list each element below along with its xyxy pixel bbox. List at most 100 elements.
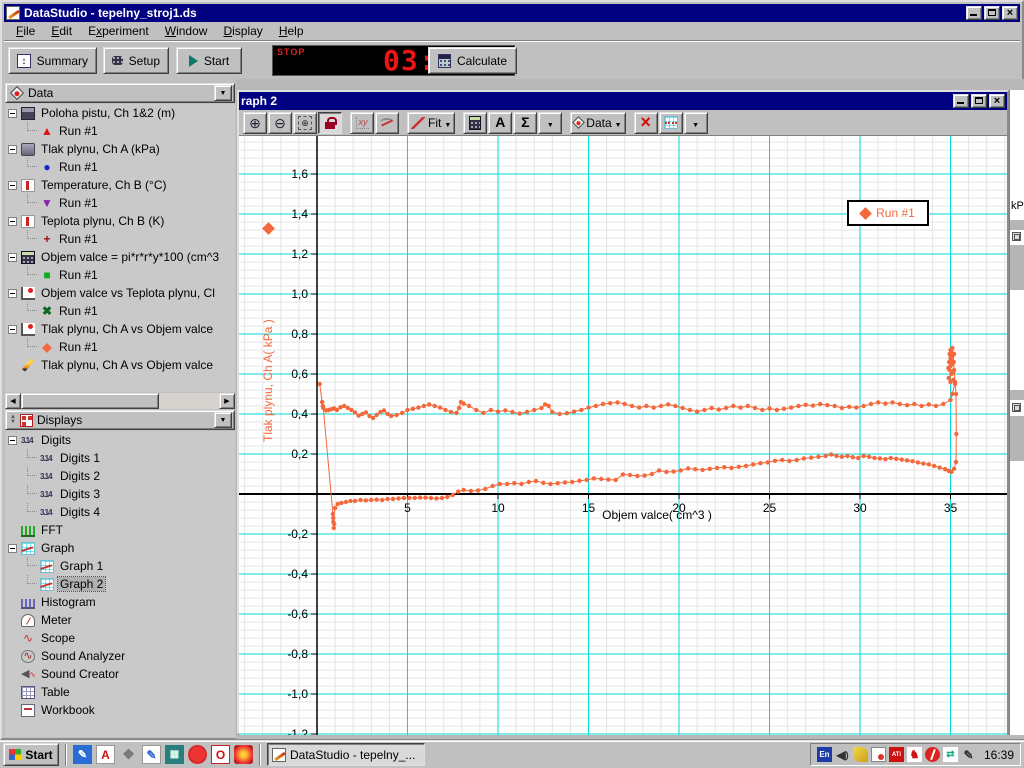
graph-settings-dropdown-button[interactable]: [684, 112, 708, 134]
tree-expander-icon[interactable]: [8, 253, 17, 262]
quick-launch-bird-icon[interactable]: ❖: [119, 745, 138, 764]
quick-launch-paint-icon[interactable]: ✎: [142, 745, 161, 764]
tree-item-scope-11[interactable]: Scope: [5, 629, 235, 647]
tree-item-objem-valce-pi-r-r-y-100-cm-3-8[interactable]: Objem valce = pi*r*r*y*100 (cm^3: [5, 248, 235, 266]
tray-ati-icon[interactable]: ATi: [889, 747, 904, 762]
menu-display[interactable]: Display: [215, 22, 270, 40]
smart-cursor-button[interactable]: [350, 112, 374, 134]
tree-item-run-1-7[interactable]: +Run #1: [5, 230, 235, 248]
scroll-right-arrow[interactable]: ▶: [219, 393, 235, 409]
tray-fan-icon[interactable]: [853, 747, 868, 762]
quick-launch-calculator-icon[interactable]: ▦: [165, 745, 184, 764]
tree-item-sound-analyzer-12[interactable]: Sound Analyzer: [5, 647, 235, 665]
quick-launch-notepad-icon[interactable]: ✎: [73, 745, 92, 764]
calculator-button[interactable]: [463, 112, 487, 134]
graph-settings-button[interactable]: [659, 112, 683, 134]
text-annotation-button[interactable]: [488, 112, 512, 134]
tree-item-fft-5[interactable]: FFT: [5, 521, 235, 539]
tree-item-digits-2-2[interactable]: Digits 2: [5, 467, 235, 485]
tree-expander-icon[interactable]: [8, 109, 17, 118]
data-panel-dropdown-button[interactable]: ▼: [214, 85, 232, 101]
tree-expander-icon[interactable]: [8, 217, 17, 226]
maximize-button[interactable]: [984, 6, 1000, 20]
tray-volume-icon[interactable]: [835, 747, 850, 762]
data-tree-horizontal-scrollbar[interactable]: ◀ ▶: [5, 393, 235, 409]
scale-to-fit-button[interactable]: [318, 112, 342, 134]
graph-window-title-bar[interactable]: raph 2 ×: [239, 92, 1007, 110]
menu-edit[interactable]: Edit: [43, 22, 80, 40]
tree-expander-icon[interactable]: [8, 181, 17, 190]
data-menu-button[interactable]: Data: [570, 112, 625, 134]
tree-expander-icon[interactable]: [8, 544, 17, 553]
tree-expander-icon[interactable]: [8, 145, 17, 154]
delete-button[interactable]: [634, 112, 658, 134]
tree-item-tlak-plynu-ch-a-vs-objem-valce-12[interactable]: Tlak plynu, Ch A vs Objem valce: [5, 320, 235, 338]
tree-item-temperature-ch-b-c-4[interactable]: Temperature, Ch B (°C): [5, 176, 235, 194]
tree-item-digits-0[interactable]: Digits: [5, 431, 235, 449]
menu-file[interactable]: File: [8, 22, 43, 40]
scroll-left-arrow[interactable]: ◀: [5, 393, 21, 409]
tree-item-run-1-5[interactable]: ▼Run #1: [5, 194, 235, 212]
quick-launch-dragon-icon[interactable]: [188, 745, 207, 764]
scrollbar-thumb[interactable]: [21, 393, 159, 409]
tree-item-graph-2-8[interactable]: Graph 2: [5, 575, 235, 593]
setup-button[interactable]: Setup: [103, 47, 169, 74]
graph-close-button[interactable]: ×: [989, 94, 1005, 108]
tree-item-graph-6[interactable]: Graph: [5, 539, 235, 557]
tray-pen-icon[interactable]: [961, 747, 976, 762]
tree-expander-icon[interactable]: [8, 436, 17, 445]
zoom-in-button[interactable]: [243, 112, 267, 134]
tree-expander-icon[interactable]: [8, 325, 17, 334]
tray-scheduler-icon[interactable]: [871, 747, 886, 762]
tree-item-poloha-pistu-ch-1-2-m-0[interactable]: Poloha pistu, Ch 1&2 (m): [5, 104, 235, 122]
menu-experiment[interactable]: Experiment: [80, 22, 157, 40]
tree-expander-icon[interactable]: [8, 289, 17, 298]
calculate-button[interactable]: Calculate: [428, 47, 517, 74]
tree-item-sound-creator-13[interactable]: Sound Creator: [5, 665, 235, 683]
tray-lightning-icon[interactable]: [925, 747, 940, 762]
tree-item-run-1-13[interactable]: ◆Run #1: [5, 338, 235, 356]
quick-launch-opera-icon[interactable]: O: [211, 745, 230, 764]
tree-item-digits-4-4[interactable]: Digits 4: [5, 503, 235, 521]
datastudio-task-button[interactable]: DataStudio - tepelny_...: [267, 743, 425, 766]
tree-item-run-1-3[interactable]: ●Run #1: [5, 158, 235, 176]
title-bar[interactable]: DataStudio - tepelny_stroj1.ds ×: [4, 4, 1020, 22]
fit-menu-button[interactable]: Fit: [407, 112, 455, 134]
tree-item-run-1-9[interactable]: ■Run #1: [5, 266, 235, 284]
graph-minimize-button[interactable]: [953, 94, 969, 108]
minimize-button[interactable]: [966, 6, 982, 20]
chart-legend[interactable]: Run #1: [847, 200, 929, 226]
tree-item-tlak-plynu-ch-a-kpa-2[interactable]: Tlak plynu, Ch A (kPa): [5, 140, 235, 158]
tree-item-objem-valce-vs-teplota-plynu-cl-10[interactable]: Objem valce vs Teplota plynu, Cl: [5, 284, 235, 302]
tray-network-icon[interactable]: [943, 747, 958, 762]
chart-plot-area[interactable]: 1,61,41,21,00,80,60,40,2-0,2-0,4-0,6-0,8…: [239, 136, 1007, 735]
start-button[interactable]: Start: [176, 47, 242, 74]
quick-launch-acrobat-icon[interactable]: A: [96, 745, 115, 764]
zoom-out-button[interactable]: [268, 112, 292, 134]
tree-item-teplota-plynu-ch-b-k-6[interactable]: Teplota plynu, Ch B (K): [5, 212, 235, 230]
tree-item-run-1-11[interactable]: ✖Run #1: [5, 302, 235, 320]
quick-launch-flame-icon[interactable]: [234, 745, 253, 764]
zoom-select-button[interactable]: [293, 112, 317, 134]
tray-keyboard-layout-icon[interactable]: En: [817, 747, 832, 762]
tree-item-graph-1-7[interactable]: Graph 1: [5, 557, 235, 575]
tree-item-workbook-15[interactable]: Workbook: [5, 701, 235, 719]
tree-item-run-1-1[interactable]: ▲Run #1: [5, 122, 235, 140]
start-menu-button[interactable]: Start: [3, 743, 59, 766]
tree-item-digits-3-3[interactable]: Digits 3: [5, 485, 235, 503]
tree-item-tlak-plynu-ch-a-vs-objem-valce-14[interactable]: Tlak plynu, Ch A vs Objem valce: [5, 356, 235, 374]
summary-button[interactable]: ↕ Summary: [8, 47, 97, 74]
tree-item-digits-1-1[interactable]: Digits 1: [5, 449, 235, 467]
statistics-dropdown-button[interactable]: [538, 112, 562, 134]
tree-item-histogram-9[interactable]: Histogram: [5, 593, 235, 611]
background-window-sliver[interactable]: kP: [1009, 90, 1024, 735]
menu-window[interactable]: Window: [157, 22, 216, 40]
sort-arrows-icon[interactable]: ▲▼: [10, 415, 16, 425]
tree-item-table-14[interactable]: Table: [5, 683, 235, 701]
statistics-button[interactable]: [513, 112, 537, 134]
close-button[interactable]: ×: [1002, 6, 1018, 20]
tray-guard-icon[interactable]: [907, 747, 922, 762]
displays-panel-dropdown-button[interactable]: ▼: [214, 412, 232, 428]
graph-maximize-button[interactable]: [971, 94, 987, 108]
slope-tool-button[interactable]: [375, 112, 399, 134]
